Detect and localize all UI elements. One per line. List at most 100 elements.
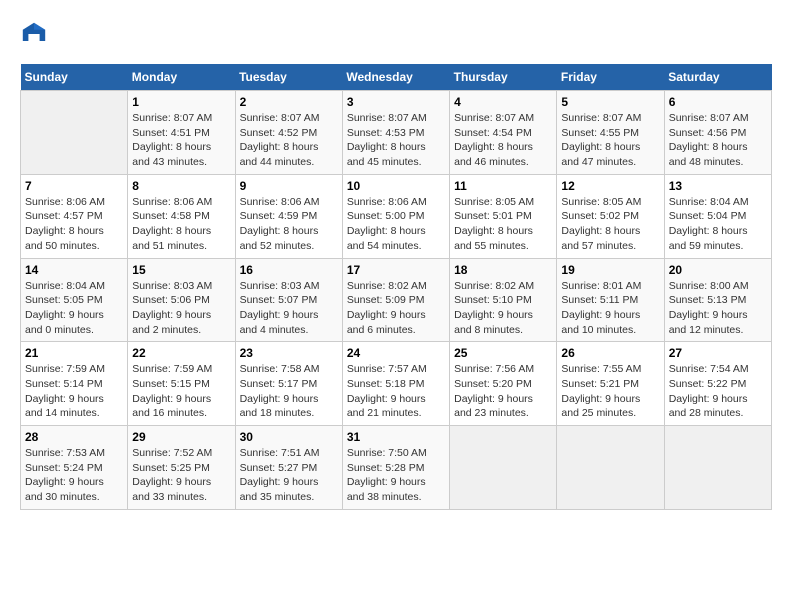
day-details: Sunrise: 7:57 AM Sunset: 5:18 PM Dayligh…: [347, 362, 445, 421]
day-cell: 1 Sunrise: 8:07 AM Sunset: 4:51 PM Daylig…: [128, 91, 235, 175]
day-cell: 16 Sunrise: 8:03 AM Sunset: 5:07 PM Dayli…: [235, 258, 342, 342]
day-cell: 30 Sunrise: 7:51 AM Sunset: 5:27 PM Dayli…: [235, 426, 342, 510]
page-header: [20, 20, 772, 48]
day-cell: 21Sunrise: 7:59 AM Sunset: 5:14 PM Dayli…: [21, 342, 128, 426]
column-header-tuesday: Tuesday: [235, 64, 342, 91]
day-number: 8: [132, 179, 230, 193]
day-number: 9: [240, 179, 338, 193]
day-cell: 9 Sunrise: 8:06 AM Sunset: 4:59 PM Daylig…: [235, 174, 342, 258]
day-number: 10: [347, 179, 445, 193]
column-header-wednesday: Wednesday: [342, 64, 449, 91]
day-number: 22: [132, 346, 230, 360]
day-number: 30: [240, 430, 338, 444]
day-details: Sunrise: 8:07 AM Sunset: 4:56 PM Dayligh…: [669, 111, 767, 170]
day-cell: 26Sunrise: 7:55 AM Sunset: 5:21 PM Dayli…: [557, 342, 664, 426]
day-cell: 27 Sunrise: 7:54 AM Sunset: 5:22 PM Dayli…: [664, 342, 771, 426]
day-cell: 10 Sunrise: 8:06 AM Sunset: 5:00 PM Dayli…: [342, 174, 449, 258]
day-cell: 17 Sunrise: 8:02 AM Sunset: 5:09 PM Dayli…: [342, 258, 449, 342]
day-number: 25: [454, 346, 552, 360]
day-number: 13: [669, 179, 767, 193]
day-cell: 5 Sunrise: 8:07 AM Sunset: 4:55 PM Daylig…: [557, 91, 664, 175]
day-cell: 15Sunrise: 8:03 AM Sunset: 5:06 PM Dayli…: [128, 258, 235, 342]
day-details: Sunrise: 8:07 AM Sunset: 4:55 PM Dayligh…: [561, 111, 659, 170]
day-details: Sunrise: 8:02 AM Sunset: 5:09 PM Dayligh…: [347, 279, 445, 338]
day-cell: 20 Sunrise: 8:00 AM Sunset: 5:13 PM Dayli…: [664, 258, 771, 342]
day-details: Sunrise: 7:59 AM Sunset: 5:15 PM Dayligh…: [132, 362, 230, 421]
day-cell: [450, 426, 557, 510]
day-details: Sunrise: 7:56 AM Sunset: 5:20 PM Dayligh…: [454, 362, 552, 421]
day-number: 1: [132, 95, 230, 109]
day-cell: [21, 91, 128, 175]
day-number: 7: [25, 179, 123, 193]
day-number: 6: [669, 95, 767, 109]
day-cell: 7 Sunrise: 8:06 AM Sunset: 4:57 PM Daylig…: [21, 174, 128, 258]
day-details: Sunrise: 7:51 AM Sunset: 5:27 PM Dayligh…: [240, 446, 338, 505]
calendar-table: SundayMondayTuesdayWednesdayThursdayFrid…: [20, 64, 772, 510]
day-number: 28: [25, 430, 123, 444]
day-number: 2: [240, 95, 338, 109]
logo: [20, 20, 52, 48]
day-number: 14: [25, 263, 123, 277]
day-details: Sunrise: 7:50 AM Sunset: 5:28 PM Dayligh…: [347, 446, 445, 505]
day-cell: 11Sunrise: 8:05 AM Sunset: 5:01 PM Dayli…: [450, 174, 557, 258]
day-cell: 18Sunrise: 8:02 AM Sunset: 5:10 PM Dayli…: [450, 258, 557, 342]
day-cell: 6 Sunrise: 8:07 AM Sunset: 4:56 PM Daylig…: [664, 91, 771, 175]
day-cell: 3Sunrise: 8:07 AM Sunset: 4:53 PM Daylig…: [342, 91, 449, 175]
column-header-saturday: Saturday: [664, 64, 771, 91]
day-details: Sunrise: 7:59 AM Sunset: 5:14 PM Dayligh…: [25, 362, 123, 421]
day-cell: 29 Sunrise: 7:52 AM Sunset: 5:25 PM Dayli…: [128, 426, 235, 510]
header-row: SundayMondayTuesdayWednesdayThursdayFrid…: [21, 64, 772, 91]
day-details: Sunrise: 7:53 AM Sunset: 5:24 PM Dayligh…: [25, 446, 123, 505]
day-number: 27: [669, 346, 767, 360]
day-details: Sunrise: 8:06 AM Sunset: 4:57 PM Dayligh…: [25, 195, 123, 254]
week-row-1: 1 Sunrise: 8:07 AM Sunset: 4:51 PM Daylig…: [21, 91, 772, 175]
day-details: Sunrise: 7:52 AM Sunset: 5:25 PM Dayligh…: [132, 446, 230, 505]
day-number: 3: [347, 95, 445, 109]
day-number: 31: [347, 430, 445, 444]
day-number: 12: [561, 179, 659, 193]
day-details: Sunrise: 7:58 AM Sunset: 5:17 PM Dayligh…: [240, 362, 338, 421]
week-row-5: 28 Sunrise: 7:53 AM Sunset: 5:24 PM Dayli…: [21, 426, 772, 510]
day-cell: 28 Sunrise: 7:53 AM Sunset: 5:24 PM Dayli…: [21, 426, 128, 510]
day-cell: [664, 426, 771, 510]
day-number: 23: [240, 346, 338, 360]
day-details: Sunrise: 8:04 AM Sunset: 5:04 PM Dayligh…: [669, 195, 767, 254]
day-cell: 19Sunrise: 8:01 AM Sunset: 5:11 PM Dayli…: [557, 258, 664, 342]
day-details: Sunrise: 8:06 AM Sunset: 5:00 PM Dayligh…: [347, 195, 445, 254]
column-header-monday: Monday: [128, 64, 235, 91]
day-number: 5: [561, 95, 659, 109]
day-cell: 25 Sunrise: 7:56 AM Sunset: 5:20 PM Dayli…: [450, 342, 557, 426]
day-details: Sunrise: 8:05 AM Sunset: 5:02 PM Dayligh…: [561, 195, 659, 254]
day-cell: 4Sunrise: 8:07 AM Sunset: 4:54 PM Daylig…: [450, 91, 557, 175]
day-number: 20: [669, 263, 767, 277]
day-number: 26: [561, 346, 659, 360]
day-details: Sunrise: 8:07 AM Sunset: 4:52 PM Dayligh…: [240, 111, 338, 170]
day-details: Sunrise: 8:00 AM Sunset: 5:13 PM Dayligh…: [669, 279, 767, 338]
day-number: 16: [240, 263, 338, 277]
day-details: Sunrise: 8:06 AM Sunset: 4:58 PM Dayligh…: [132, 195, 230, 254]
column-header-thursday: Thursday: [450, 64, 557, 91]
day-cell: 22 Sunrise: 7:59 AM Sunset: 5:15 PM Dayli…: [128, 342, 235, 426]
day-number: 11: [454, 179, 552, 193]
day-cell: 8 Sunrise: 8:06 AM Sunset: 4:58 PM Daylig…: [128, 174, 235, 258]
week-row-3: 14 Sunrise: 8:04 AM Sunset: 5:05 PM Dayli…: [21, 258, 772, 342]
week-row-4: 21Sunrise: 7:59 AM Sunset: 5:14 PM Dayli…: [21, 342, 772, 426]
day-number: 18: [454, 263, 552, 277]
day-cell: 31 Sunrise: 7:50 AM Sunset: 5:28 PM Dayli…: [342, 426, 449, 510]
day-details: Sunrise: 8:06 AM Sunset: 4:59 PM Dayligh…: [240, 195, 338, 254]
day-number: 15: [132, 263, 230, 277]
day-details: Sunrise: 8:07 AM Sunset: 4:51 PM Dayligh…: [132, 111, 230, 170]
day-number: 17: [347, 263, 445, 277]
day-details: Sunrise: 8:04 AM Sunset: 5:05 PM Dayligh…: [25, 279, 123, 338]
day-details: Sunrise: 7:54 AM Sunset: 5:22 PM Dayligh…: [669, 362, 767, 421]
day-number: 29: [132, 430, 230, 444]
day-number: 24: [347, 346, 445, 360]
day-details: Sunrise: 8:03 AM Sunset: 5:07 PM Dayligh…: [240, 279, 338, 338]
day-cell: 13 Sunrise: 8:04 AM Sunset: 5:04 PM Dayli…: [664, 174, 771, 258]
day-number: 4: [454, 95, 552, 109]
column-header-sunday: Sunday: [21, 64, 128, 91]
day-cell: 24 Sunrise: 7:57 AM Sunset: 5:18 PM Dayli…: [342, 342, 449, 426]
day-number: 19: [561, 263, 659, 277]
day-cell: 12 Sunrise: 8:05 AM Sunset: 5:02 PM Dayli…: [557, 174, 664, 258]
week-row-2: 7 Sunrise: 8:06 AM Sunset: 4:57 PM Daylig…: [21, 174, 772, 258]
